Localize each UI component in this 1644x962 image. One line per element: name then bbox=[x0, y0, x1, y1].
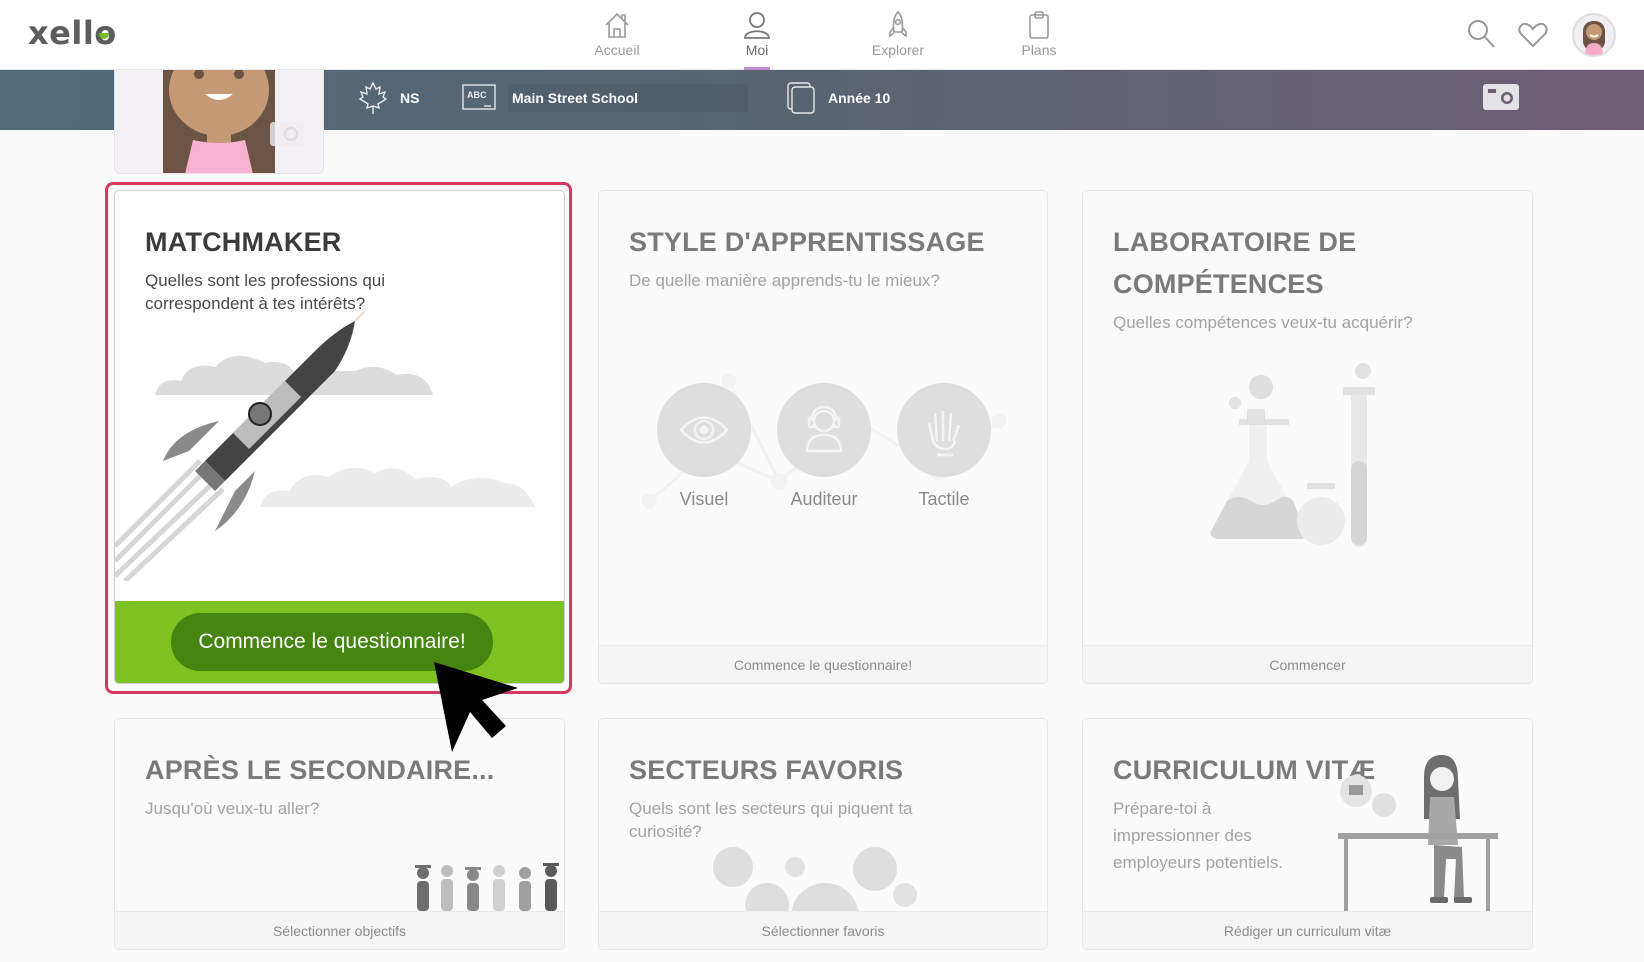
card-subtitle-line2: impressionner des bbox=[1113, 826, 1252, 845]
card-title-line1: LABORATOIRE DE bbox=[1113, 227, 1357, 257]
avatar-icon bbox=[1583, 21, 1605, 55]
card-skills-lab[interactable]: LABORATOIRE DE COMPÉTENCES Quelles compé… bbox=[1082, 190, 1533, 684]
nav-item-explorer[interactable]: Explorer bbox=[853, 10, 943, 58]
heart-icon bbox=[1518, 22, 1548, 48]
search-icon bbox=[1468, 20, 1495, 48]
grade-info: Année 10 bbox=[786, 80, 890, 116]
card-subtitle-line1: Prépare-toi à bbox=[1113, 799, 1212, 818]
card-subtitle-line1: Quels sont les secteurs qui piquent ta bbox=[629, 799, 913, 818]
nav-label: Explorer bbox=[871, 42, 925, 58]
card-subtitle: De quelle manière apprends-tu le mieux? bbox=[629, 271, 940, 290]
student-avatar-illustration bbox=[163, 70, 304, 173]
style-option-visual[interactable] bbox=[657, 383, 751, 477]
card-action-link[interactable]: Commencer bbox=[1083, 645, 1532, 683]
province-label: NS bbox=[400, 90, 420, 106]
nav-item-plans[interactable]: Plans bbox=[994, 10, 1084, 58]
search-button[interactable] bbox=[1466, 18, 1496, 55]
card-resume[interactable]: CURRICULUM VITÆ Prépare-toi à impression… bbox=[1082, 718, 1533, 950]
user-avatar-button[interactable] bbox=[1572, 13, 1616, 57]
grade-label: Année 10 bbox=[828, 90, 891, 106]
card-title: MATCHMAKER bbox=[145, 227, 342, 257]
resume-writer-illustration bbox=[1338, 755, 1498, 915]
province-info: NS bbox=[358, 80, 419, 116]
card-subtitle: Quelles compétences veux-tu acquérir? bbox=[1113, 313, 1413, 332]
card-subtitle-line2: curiosité? bbox=[629, 822, 702, 841]
nav-label: Moi bbox=[745, 42, 769, 58]
profile-picture[interactable] bbox=[114, 70, 324, 174]
card-action-link[interactable]: Sélectionner favoris bbox=[599, 911, 1047, 949]
cursor-arrow-icon bbox=[434, 662, 518, 752]
card-title: STYLE D'APPRENTISSAGE bbox=[629, 227, 985, 257]
top-navigation-bar: xello Accueil Moi Explorer Plans bbox=[0, 0, 1644, 70]
change-banner-button[interactable] bbox=[1483, 84, 1519, 115]
card-action-link[interactable]: Sélectionner objectifs bbox=[115, 911, 564, 949]
card-subtitle: Jusqu'où veux-tu aller? bbox=[145, 799, 320, 818]
card-action-link[interactable]: Commence le questionnaire! bbox=[599, 645, 1047, 683]
card-subtitle: Quelles sont les professions qui corresp… bbox=[145, 271, 386, 313]
home-icon bbox=[605, 12, 629, 38]
card-title: CURRICULUM VITÆ bbox=[1113, 755, 1376, 785]
lab-flasks-illustration bbox=[1210, 363, 1375, 547]
card-title: SECTEURS FAVORIS bbox=[629, 755, 904, 785]
card-subtitle-line3: employeurs potentiels. bbox=[1113, 853, 1284, 872]
card-action-link[interactable]: Rédiger un curriculum vitæ bbox=[1083, 911, 1532, 949]
mouse-cursor bbox=[432, 660, 522, 757]
style-label-auditory: Auditeur bbox=[790, 489, 858, 509]
nav-label: Plans bbox=[1021, 42, 1057, 58]
nav-label: Accueil bbox=[594, 42, 640, 58]
sector-bubbles-illustration bbox=[713, 847, 917, 913]
chalkboard-icon: ABC bbox=[462, 84, 496, 110]
eye-icon bbox=[679, 416, 729, 444]
user-icon bbox=[744, 12, 770, 39]
hand-icon bbox=[927, 411, 961, 457]
svg-text:ABC: ABC bbox=[467, 90, 487, 100]
card-learning-style[interactable]: STYLE D'APPRENTISSAGE De quelle manière … bbox=[598, 190, 1048, 684]
headphones-person-icon bbox=[805, 405, 843, 453]
xello-logo[interactable]: xello bbox=[28, 14, 117, 52]
style-option-tactile[interactable] bbox=[897, 383, 991, 477]
card-favorite-sectors[interactable]: SECTEURS FAVORIS Quels sont les secteurs… bbox=[598, 718, 1048, 950]
clipboard-icon bbox=[1029, 11, 1049, 39]
style-label-tactile: Tactile bbox=[918, 489, 970, 509]
rocket-icon bbox=[889, 10, 907, 38]
card-title-line2: COMPÉTENCES bbox=[1113, 269, 1324, 299]
school-info: ABC Main Street School bbox=[462, 80, 749, 116]
rocket-illustration bbox=[115, 311, 535, 581]
card-matchmaker[interactable]: MATCHMAKER Quelles sont les professions … bbox=[114, 190, 565, 684]
active-tab-indicator bbox=[744, 67, 770, 70]
nav-item-accueil[interactable]: Accueil bbox=[572, 10, 662, 58]
camera-icon bbox=[1483, 84, 1519, 110]
style-label-visual: Visuel bbox=[679, 489, 729, 509]
graduates-illustration bbox=[415, 863, 559, 911]
nav-item-moi[interactable]: Moi bbox=[712, 10, 802, 70]
books-icon bbox=[787, 82, 815, 114]
school-name[interactable]: Main Street School bbox=[508, 84, 749, 112]
style-option-auditory[interactable] bbox=[777, 383, 871, 477]
maple-leaf-icon bbox=[358, 81, 388, 114]
favorites-button[interactable] bbox=[1518, 22, 1548, 53]
